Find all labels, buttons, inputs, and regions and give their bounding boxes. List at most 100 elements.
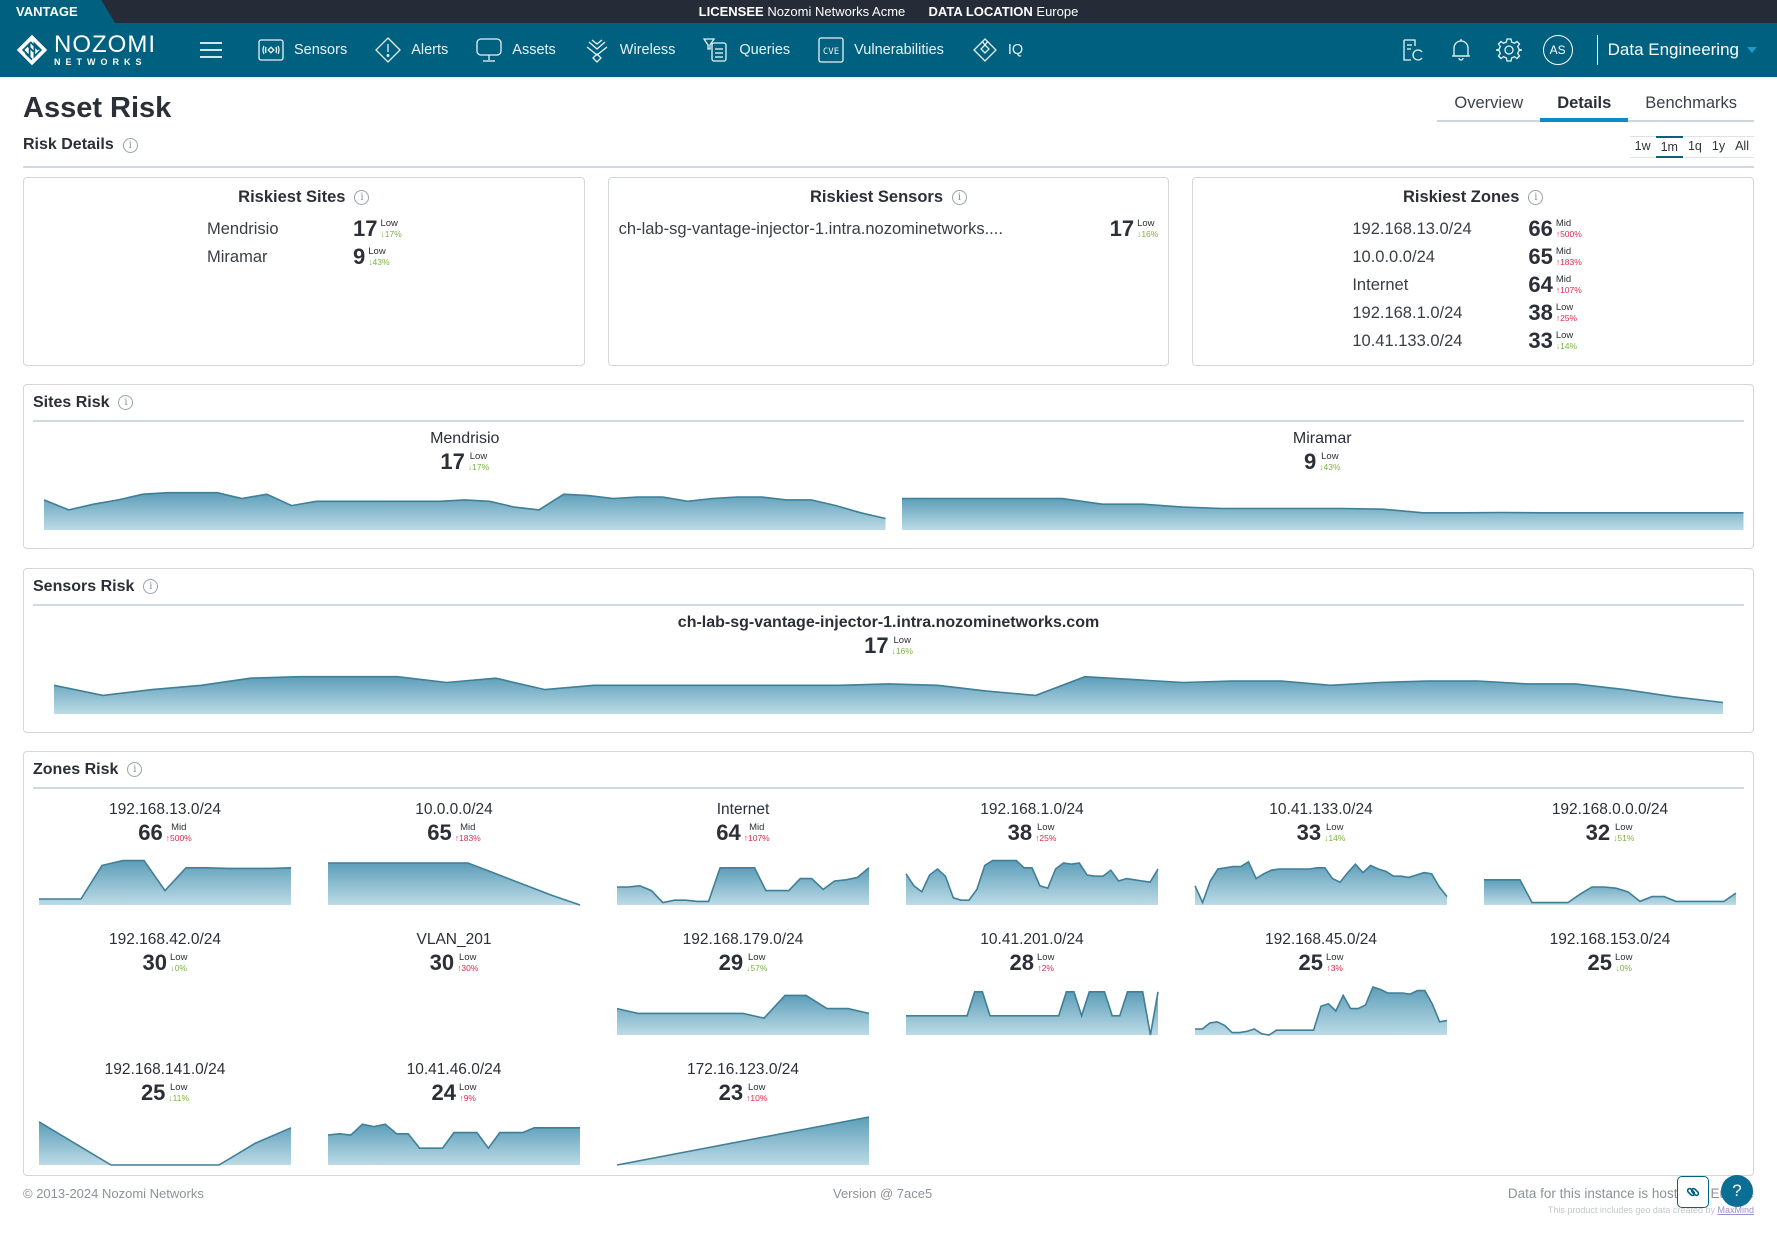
nav-label: IQ <box>1007 42 1024 58</box>
risk-delta: ↑2% <box>1037 962 1054 973</box>
range-1y[interactable]: 1y <box>1706 136 1731 158</box>
risk-level: Mid <box>1555 274 1572 285</box>
zone-trend[interactable]: 192.168.1.0/24 38 Low ↑25% <box>905 801 1159 905</box>
trend-chart <box>53 675 1724 714</box>
panel-title: Sites Risk <box>33 393 110 411</box>
risk-level: Low <box>1615 822 1633 833</box>
menu-toggle-button[interactable] <box>200 42 222 58</box>
risk-delta: ↓17% <box>467 461 490 472</box>
score-value: 32 <box>1585 820 1611 845</box>
risk-delta: ↑107% <box>1555 284 1582 295</box>
info-icon[interactable]: i <box>122 137 138 153</box>
trend-chart <box>1195 986 1448 1036</box>
zone-trend[interactable]: 192.168.141.0/24 25 Low ↓11% <box>38 1061 292 1166</box>
bell-icon <box>1451 39 1470 61</box>
risk-score: 65 Mid ↑183% <box>427 821 480 845</box>
info-icon[interactable]: i <box>354 190 370 205</box>
risk-level: Low <box>1326 822 1344 833</box>
range-1m[interactable]: 1m <box>1655 136 1683 158</box>
help-assistant-button[interactable]: ? <box>1721 1175 1753 1207</box>
score-value: 25 <box>1298 950 1324 975</box>
nav-item-iq[interactable]: IQ <box>958 23 1037 77</box>
tab-benchmarks[interactable]: Benchmarks <box>1628 92 1754 120</box>
site-trend[interactable]: Mendrisio 17 Low ↓17% <box>43 430 886 530</box>
nav-item-wireless[interactable]: Wireless <box>570 23 690 77</box>
logo-subtext: NETWORKS <box>54 57 147 67</box>
chevron-down-icon <box>1747 47 1757 53</box>
nav-item-assets[interactable]: Assets <box>462 23 570 77</box>
sensor-trend[interactable]: ch-lab-sg-vantage-injector-1.intra.nozom… <box>53 614 1724 714</box>
panel-title: Sensors Risk <box>33 577 135 595</box>
item-name: ch-lab-sg-vantage-injector-1.intra.nozom… <box>618 219 1003 238</box>
riskiest-sites-card: Riskiest Sites i Mendrisio 17 Low ↓17% Miram… <box>23 177 585 366</box>
list-item[interactable]: 192.168.1.0/24 38 Low ↑25% <box>1193 299 1753 327</box>
user-avatar[interactable]: AS <box>1542 35 1573 65</box>
nav-item-queries[interactable]: Queries <box>689 23 804 77</box>
trend-title: 192.168.1.0/24 <box>980 801 1084 818</box>
iq-icon <box>972 38 997 62</box>
risk-delta: ↓43% <box>1319 461 1341 472</box>
range-all[interactable]: All <box>1730 136 1754 158</box>
info-icon[interactable]: i <box>118 395 134 410</box>
tab-overview[interactable]: Overview <box>1437 92 1540 120</box>
list-item[interactable]: Mendrisio 17 Low ↓17% <box>24 215 584 243</box>
settings-button[interactable] <box>1495 36 1523 64</box>
info-icon[interactable]: i <box>952 190 967 205</box>
risk-score: 64 Mid ↑107% <box>716 821 769 845</box>
notifications-button[interactable] <box>1447 36 1475 64</box>
risk-score: 30 Low ↓0% <box>143 951 188 975</box>
trend-title: 10.41.133.0/24 <box>1269 801 1373 818</box>
zone-trend[interactable]: 10.0.0.0/24 65 Mid ↑183% <box>328 801 581 906</box>
zone-trend[interactable]: 10.41.133.0/24 33 Low ↓14% <box>1194 801 1448 905</box>
sites-risk-panel: Sites Risk i Mendrisio 17 Low ↓17% Miramar 9 L… <box>23 384 1754 549</box>
card-title: Riskiest Sensors <box>810 188 943 206</box>
trend-title: 192.168.0.0.0/24 <box>1551 801 1669 818</box>
zone-trend[interactable]: 192.168.179.0/24 29 Low ↓57% <box>616 931 870 1035</box>
nav-item-alerts[interactable]: Alerts <box>361 23 462 77</box>
risk-details-heading: Risk Details i <box>23 136 138 154</box>
info-icon[interactable]: i <box>143 579 159 594</box>
zone-trend[interactable]: Internet 64 Mid ↑107% <box>617 801 870 905</box>
risk-level: Low <box>170 952 188 963</box>
risk-delta: ↑107% <box>743 832 770 843</box>
list-item[interactable]: 192.168.13.0/24 66 Mid ↑500% <box>1193 215 1753 243</box>
organization-dropdown[interactable]: Data Engineering <box>1596 35 1757 65</box>
sparkline <box>328 855 581 906</box>
risk-delta: ↑183% <box>1555 256 1582 267</box>
zone-trend[interactable]: 10.41.46.0/24 24 Low ↑9% <box>327 1061 580 1165</box>
list-item[interactable]: Internet 64 Mid ↑107% <box>1193 271 1753 299</box>
zone-trend[interactable]: 192.168.153.0/24 25 Low ↓0% <box>1484 931 1736 975</box>
risk-score: 17 Low ↓17% <box>440 450 489 474</box>
zone-trend[interactable]: 172.16.123.0/24 23 Low ↑10% <box>616 1061 870 1166</box>
risk-score: 9 Low ↓43% <box>353 245 390 269</box>
sparkline <box>901 485 1743 530</box>
list-item[interactable]: 10.0.0.0/24 65 Mid ↑183% <box>1193 243 1753 271</box>
zone-trend[interactable]: VLAN_201 30 Low ↑30% <box>328 931 580 975</box>
riskiest-sensors-card: Riskiest Sensors i ch-lab-sg-vantage-inj… <box>607 177 1170 366</box>
list-item[interactable]: ch-lab-sg-vantage-injector-1.intra.nozom… <box>609 215 1169 243</box>
zone-trend[interactable]: 10.41.201.0/24 28 Low ↑2% <box>906 931 1159 1036</box>
list-item[interactable]: Miramar 9 Low ↓43% <box>24 243 584 271</box>
organization-name: Data Engineering <box>1607 40 1739 59</box>
copy-link-button[interactable] <box>1677 1176 1709 1208</box>
risk-delta: ↓11% <box>168 1092 190 1103</box>
info-icon[interactable]: i <box>127 762 143 777</box>
list-item[interactable]: 10.41.133.0/24 33 Low ↓14% <box>1193 327 1753 355</box>
info-icon[interactable]: i <box>1528 190 1544 205</box>
zone-trend[interactable]: 192.168.0.0.0/24 32 Low ↓51% <box>1484 801 1737 905</box>
zone-trend[interactable]: 192.168.13.0/24 66 Mid ↑500% <box>39 801 292 905</box>
risk-delta: ↓57% <box>746 962 768 973</box>
range-1w[interactable]: 1w <box>1629 136 1656 158</box>
tab-details[interactable]: Details <box>1540 92 1629 122</box>
licensee-label: LICENSEE <box>698 4 764 19</box>
score-value: 17 <box>353 216 378 241</box>
zone-trend[interactable]: 192.168.45.0/24 25 Low ↑3% <box>1195 931 1448 1036</box>
nav-item-vulnerabilities[interactable]: CVE Vulnerabilities <box>804 23 958 77</box>
nav-item-sensors[interactable]: Sensors <box>244 23 361 77</box>
site-trend[interactable]: Miramar 9 Low ↓43% <box>901 430 1743 530</box>
zone-trend[interactable]: 192.168.42.0/24 30 Low ↓0% <box>39 931 291 975</box>
range-1q[interactable]: 1q <box>1682 136 1707 158</box>
nozomi-logo[interactable]: NOZOMI NETWORKS <box>16 31 156 69</box>
risk-score: 25 Low ↑3% <box>1299 951 1344 975</box>
reports-refresh-button[interactable] <box>1399 36 1427 64</box>
